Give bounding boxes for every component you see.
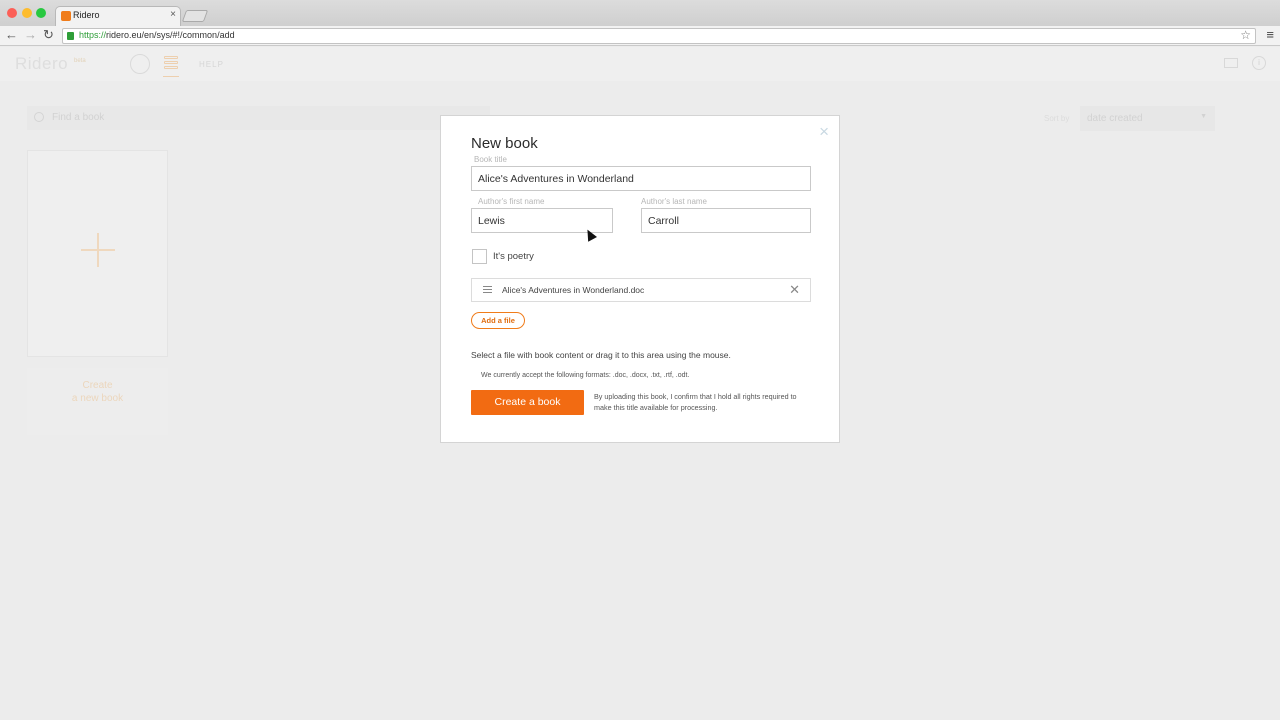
sort-selected-value: date created	[1087, 113, 1143, 124]
book-title-input[interactable]	[471, 166, 811, 191]
tab-close-icon[interactable]: ×	[170, 9, 176, 20]
search-icon	[34, 112, 44, 122]
uploaded-file-row: Alice's Adventures in Wonderland.doc ✕	[471, 278, 811, 302]
remove-file-icon[interactable]: ✕	[789, 282, 800, 298]
beta-badge: beta	[74, 58, 86, 64]
reload-icon[interactable]: ↻	[43, 27, 54, 43]
poetry-label[interactable]: It's poetry	[493, 251, 534, 262]
forward-arrow-icon[interactable]: →	[24, 27, 37, 43]
window-close-button[interactable]	[7, 8, 17, 18]
formats-hint: We currently accept the following format…	[481, 372, 690, 379]
new-book-dialog: × New book Book title Author's first nam…	[440, 115, 840, 443]
bookmark-star-icon[interactable]: ☆	[1240, 28, 1251, 42]
poetry-checkbox[interactable]	[472, 249, 487, 264]
ridero-favicon-icon	[61, 11, 71, 21]
active-nav-indicator	[163, 76, 179, 77]
app-header: Ridero beta HELP i	[0, 47, 1280, 81]
author-last-name-input[interactable]	[641, 208, 811, 233]
new-tab-button[interactable]	[181, 10, 209, 22]
url-scheme: https://	[79, 30, 107, 40]
file-name: Alice's Adventures in Wonderland.doc	[502, 285, 645, 295]
book-title-label: Book title	[474, 155, 507, 164]
browser-tab-ridero[interactable]: Ridero ×	[55, 6, 181, 26]
info-icon[interactable]: i	[1252, 56, 1266, 70]
sort-select[interactable]: date created ▼	[1080, 106, 1215, 131]
create-book-card[interactable]	[27, 150, 168, 357]
chevron-down-icon: ▼	[1200, 113, 1207, 120]
create-caption-line1: Create	[82, 380, 113, 391]
lock-icon	[67, 32, 74, 40]
create-caption-line2: a new book	[71, 393, 124, 404]
browser-menu-icon[interactable]: ≡	[1266, 27, 1274, 42]
window-maximize-button[interactable]	[36, 8, 46, 18]
drag-handle-icon[interactable]	[483, 286, 492, 295]
author-last-name-label: Author's last name	[641, 197, 708, 206]
back-arrow-icon[interactable]: ←	[5, 27, 18, 43]
mail-icon[interactable]	[1224, 58, 1238, 68]
create-book-button[interactable]: Create a book	[471, 390, 584, 415]
rights-confirmation-text: By uploading this book, I confirm that I…	[594, 392, 797, 412]
url-text[interactable]: https://ridero.eu/en/sys/#!/common/add	[79, 30, 235, 40]
user-icon[interactable]	[130, 54, 150, 74]
address-bar[interactable]: https://ridero.eu/en/sys/#!/common/add ☆	[62, 28, 1256, 44]
ridero-logo[interactable]: Ridero	[15, 54, 68, 74]
browser-toolbar: ← → ↻ https://ridero.eu/en/sys/#!/common…	[0, 26, 1280, 46]
search-placeholder: Find a book	[52, 112, 105, 123]
add-file-button[interactable]: Add a file	[471, 312, 525, 329]
upload-hint: Select a file with book content or drag …	[471, 350, 731, 360]
close-icon[interactable]: ×	[819, 122, 829, 142]
books-icon[interactable]	[164, 56, 178, 70]
plus-icon	[81, 233, 115, 267]
help-link[interactable]: HELP	[199, 60, 224, 69]
url-path: ridero.eu/en/sys/#!/common/add	[106, 30, 235, 40]
search-input[interactable]: Find a book	[27, 106, 490, 130]
author-first-name-label: Author's first name	[478, 197, 545, 206]
create-book-caption[interactable]: Create a new book	[27, 368, 168, 435]
browser-titlebar: Ridero ×	[0, 0, 1280, 26]
dialog-title: New book	[471, 135, 538, 152]
tab-title: Ridero	[73, 10, 100, 20]
sort-by-label: Sort by	[1044, 114, 1070, 123]
window-minimize-button[interactable]	[22, 8, 32, 18]
